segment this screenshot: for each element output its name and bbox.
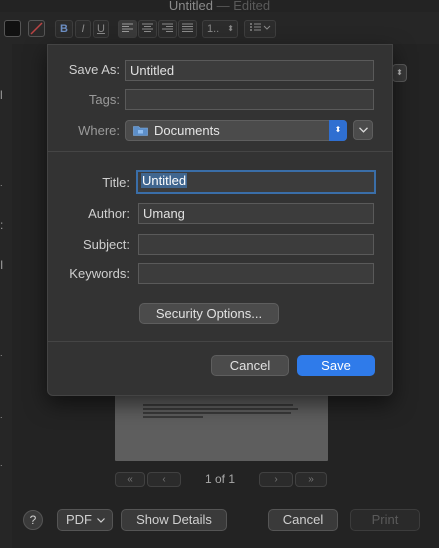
cancel-button[interactable]: Cancel <box>211 355 289 376</box>
window-title: Untitled — Edited <box>0 0 439 12</box>
tags-field[interactable] <box>125 89 374 110</box>
document-text-fragment: . <box>0 348 3 358</box>
no-color-icon <box>30 22 43 35</box>
document-text-fragment: l <box>0 88 3 102</box>
line-spacing-select[interactable]: 1.. ⬍ <box>202 20 238 38</box>
subject-field[interactable] <box>138 234 374 255</box>
save-sheet: Save As: Untitled Tags: Where: Documents… <box>47 44 393 396</box>
bold-button[interactable]: B <box>55 20 73 38</box>
document-text-fragment: . <box>0 178 3 188</box>
align-left-icon <box>122 23 133 32</box>
chevron-updown-icon: ⬍ <box>329 120 347 141</box>
where-label: Where: <box>78 123 120 138</box>
author-label: Author: <box>88 206 130 221</box>
first-page-button[interactable]: « <box>115 472 145 487</box>
tags-label: Tags: <box>88 92 120 107</box>
document-text-fragment: . <box>0 410 3 420</box>
chevron-updown-icon: ⬍ <box>227 24 234 33</box>
page-count: 1 of 1 <box>204 472 236 486</box>
next-page-button[interactable]: › <box>259 472 293 487</box>
pdf-menu-label: PDF <box>66 512 92 527</box>
save-as-field[interactable]: Untitled <box>125 60 374 81</box>
chevron-down-icon <box>97 518 105 523</box>
align-right-button[interactable] <box>158 20 177 38</box>
highlight-color-swatch[interactable] <box>28 20 45 37</box>
text-color-swatch[interactable] <box>4 20 21 37</box>
print-preview-page <box>115 393 328 461</box>
underline-button[interactable]: U <box>93 20 109 38</box>
chevron-down-icon <box>358 127 368 133</box>
save-button[interactable]: Save <box>297 355 375 376</box>
document-text-fragment: : <box>0 218 4 232</box>
justify-button[interactable] <box>178 20 197 38</box>
where-select[interactable]: Documents ⬍ <box>125 120 347 141</box>
line-spacing-value: 1.. <box>207 23 220 35</box>
show-details-button[interactable]: Show Details <box>121 509 227 531</box>
justify-icon <box>182 23 193 32</box>
list-icon <box>250 23 271 31</box>
author-field[interactable]: Umang <box>138 203 374 224</box>
preview-text-line <box>143 408 298 410</box>
keywords-label: Keywords: <box>69 266 130 281</box>
section-divider <box>48 341 392 342</box>
pdf-menu-button[interactable]: PDF <box>57 509 113 531</box>
security-options-button[interactable]: Security Options... <box>139 303 279 324</box>
font-size-stepper[interactable]: ⬍ <box>392 64 407 82</box>
title-label: Title: <box>102 175 130 190</box>
title-value: Untitled <box>141 173 188 188</box>
preview-text-line <box>143 412 291 414</box>
print-button[interactable]: Print <box>350 509 420 531</box>
section-divider <box>48 151 392 152</box>
previous-page-button[interactable]: ‹ <box>147 472 181 487</box>
document-text-fragment: I <box>0 258 4 272</box>
align-center-button[interactable] <box>138 20 157 38</box>
align-left-button[interactable] <box>118 20 137 38</box>
preview-text-line <box>143 416 203 418</box>
document-text-fragment: . <box>0 458 3 468</box>
italic-button[interactable]: I <box>75 20 91 38</box>
subject-label: Subject: <box>83 237 130 252</box>
help-icon: ? <box>29 513 37 527</box>
folder-icon <box>133 126 148 136</box>
window-title-text: Untitled <box>168 0 213 12</box>
keywords-field[interactable] <box>138 263 374 284</box>
align-right-icon <box>162 23 173 32</box>
print-cancel-button[interactable]: Cancel <box>268 509 338 531</box>
preview-text-line <box>143 404 293 406</box>
help-button[interactable]: ? <box>23 510 43 530</box>
last-page-button[interactable]: » <box>295 472 327 487</box>
expand-sheet-button[interactable] <box>353 120 373 140</box>
list-style-select[interactable] <box>244 20 276 38</box>
chevron-updown-icon: ⬍ <box>396 68 403 77</box>
document-area <box>0 44 12 548</box>
where-value: Documents <box>154 123 220 138</box>
save-as-label: Save As: <box>68 62 120 77</box>
align-center-icon <box>142 23 153 32</box>
window-title-suffix: — Edited <box>216 0 271 12</box>
format-toolbar: B I U 1.. ⬍ <box>0 12 439 44</box>
title-field[interactable]: Untitled <box>136 170 376 194</box>
